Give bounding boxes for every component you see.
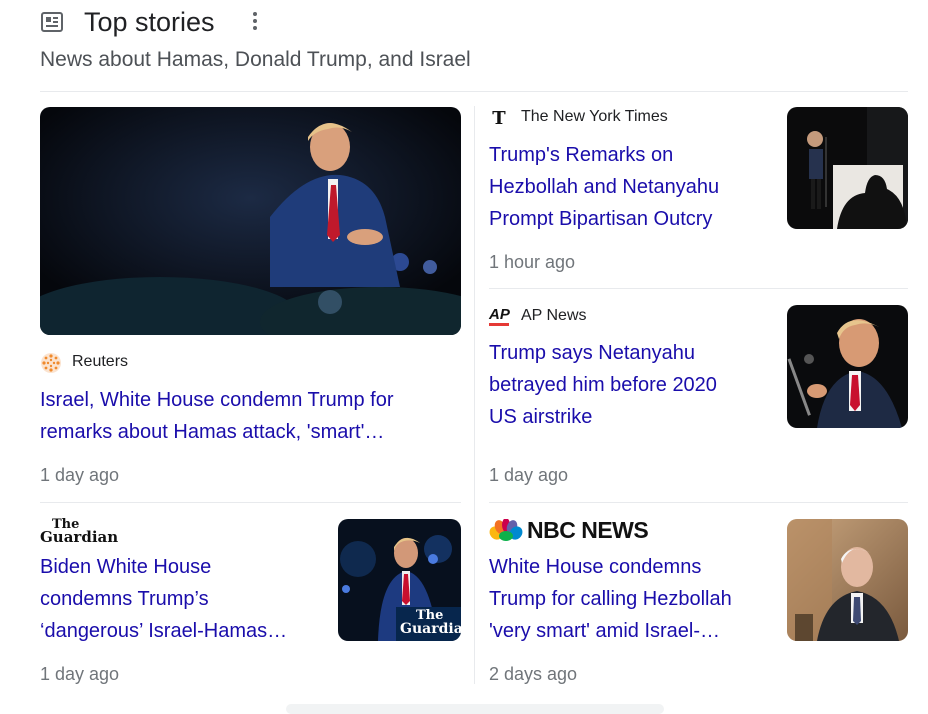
headline-line[interactable]: Trump's Remarks on xyxy=(489,139,673,171)
news-icon xyxy=(41,12,63,32)
more-options-icon[interactable] xyxy=(246,10,264,34)
ap-logo-bar xyxy=(489,323,509,326)
source-name: The New York Times xyxy=(521,108,668,125)
headline-line[interactable]: Biden White House xyxy=(40,551,211,583)
guardian-watermark-name: Guardian xyxy=(400,621,461,637)
headline-line[interactable]: ‘dangerous’ Israel-Hamas… xyxy=(40,615,287,647)
story-image xyxy=(40,107,461,335)
svg-text:T: T xyxy=(492,108,506,128)
divider xyxy=(489,502,908,503)
divider xyxy=(489,288,908,289)
story-thumbnail xyxy=(787,305,908,428)
divider xyxy=(40,502,461,503)
story-thumbnail: The Guardian xyxy=(338,519,461,641)
source-name: Reuters xyxy=(72,353,129,370)
guardian-logo-name: Guardian xyxy=(40,528,119,546)
column-divider xyxy=(474,106,475,684)
nyt-logo-icon: T xyxy=(492,108,506,128)
section-subtitle: News about Hamas, Donald Trump, and Isra… xyxy=(40,48,471,71)
scroll-indicator xyxy=(286,704,664,714)
headline-line[interactable]: condemns Trump’s xyxy=(40,583,209,615)
headline-line[interactable]: 'very smart' amid Israel-… xyxy=(489,615,720,647)
headline-line[interactable]: Hezbollah and Netanyahu xyxy=(489,171,719,203)
source-name: AP News xyxy=(521,307,587,324)
headline-line[interactable]: Trump says Netanyahu xyxy=(489,337,695,369)
nbc-peacock-icon xyxy=(489,519,523,541)
headline-line[interactable]: betrayed him before 2020 xyxy=(489,369,717,401)
headline-line[interactable]: Trump for calling Hezbollah xyxy=(489,583,732,615)
timestamp: 1 day ago xyxy=(489,465,569,485)
headline-line[interactable]: Prompt Bipartisan Outcry xyxy=(489,203,712,235)
story-thumbnail xyxy=(787,107,908,229)
timestamp: 1 hour ago xyxy=(489,252,576,272)
headline-line[interactable]: US airstrike xyxy=(489,401,592,433)
nbc-news-logo: NBC NEWS xyxy=(527,517,649,543)
divider xyxy=(40,91,908,92)
headline-line[interactable]: remarks about Hamas attack, 'smart'… xyxy=(40,416,384,448)
headline-line[interactable]: Israel, White House condemn Trump for xyxy=(40,384,393,416)
timestamp: 1 day ago xyxy=(40,664,120,684)
timestamp: 2 days ago xyxy=(489,664,578,684)
story-thumbnail xyxy=(787,519,908,641)
headline-line[interactable]: White House condemns xyxy=(489,551,701,583)
ap-logo-icon: AP xyxy=(489,306,510,323)
reuters-logo-icon xyxy=(41,353,61,373)
section-title: Top stories xyxy=(84,7,215,37)
guardian-logo: The Guardian xyxy=(40,518,119,546)
timestamp: 1 day ago xyxy=(40,465,120,485)
